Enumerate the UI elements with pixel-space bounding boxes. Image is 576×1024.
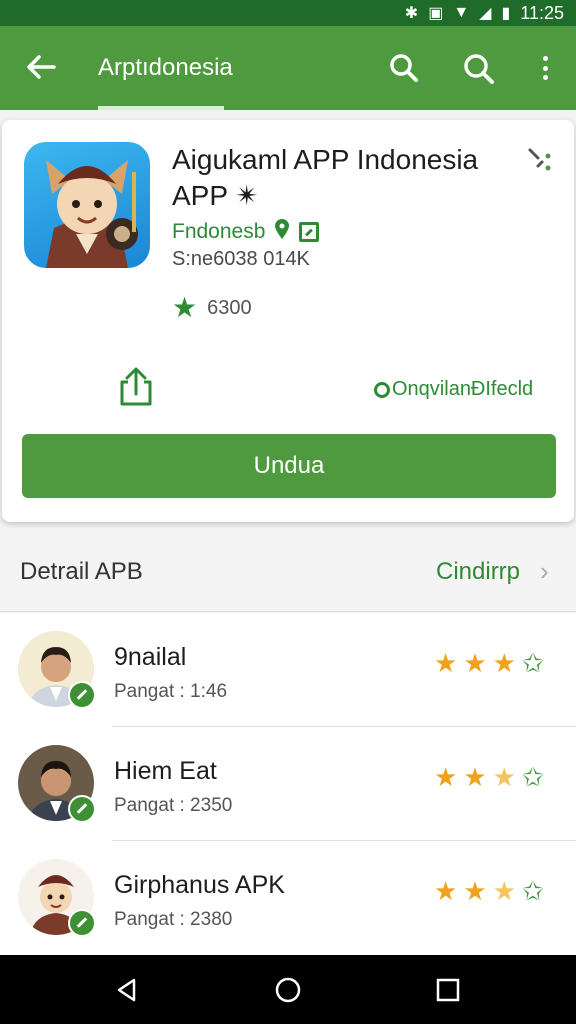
star-rating: ★ ★ ★ ✩ — [434, 649, 544, 677]
star-rating: ★ ★ ★ ✩ — [434, 763, 544, 791]
search-icon[interactable] — [388, 52, 420, 89]
app-icon — [24, 142, 150, 268]
section-title: Detrail APB — [20, 558, 143, 585]
star-icon: ★ — [463, 762, 487, 792]
app-card: Aigukaml APP Indonesia APP ✴ Fndonesb S:… — [2, 120, 574, 522]
system-nav-bar — [0, 955, 576, 1024]
search-icon[interactable] — [462, 52, 496, 91]
verified-icon — [68, 909, 96, 937]
review-meta: Pangat : 1:46 — [114, 681, 228, 702]
star-icon: ★ — [463, 648, 487, 678]
list-item[interactable]: Hiem Eat Pangat : 2350 ★ ★ ★ ✩ — [0, 727, 576, 841]
app-rating: ★ 6300 — [172, 294, 252, 322]
star-outline-icon: ✩ — [521, 762, 544, 792]
list-item[interactable]: Girphanus APK Pangat : 2380 ★ ★ ★ ✩ — [0, 841, 576, 955]
signal-icon: ◢ — [479, 5, 492, 22]
vibrate-icon: ▣ — [428, 5, 444, 22]
rating-value: 6300 — [207, 296, 252, 319]
nav-back-icon[interactable] — [114, 977, 140, 1003]
location-pin-icon — [273, 218, 291, 246]
wifi-icon: ▼ — [453, 4, 470, 21]
app-name: Aigukaml APP Indonesia APP ✴ — [172, 144, 479, 211]
star-icon: ★ — [172, 292, 198, 323]
nav-home-icon[interactable] — [275, 977, 301, 1003]
status-bar: ✱ ▣ ▼ ◢ ▮ 11:25 — [0, 0, 576, 26]
section-more-link[interactable]: Cindirrp — [436, 558, 520, 586]
app-bar: Arptıdonesia — [0, 26, 576, 110]
star-half-icon: ★ — [492, 762, 516, 792]
overflow-menu-icon[interactable] — [534, 52, 556, 84]
battery-icon: ▮ — [501, 5, 511, 22]
review-name: Hiem Eat — [114, 757, 217, 785]
verified-icon — [68, 681, 96, 709]
star-outline-icon: ✩ — [521, 648, 544, 678]
developer-link[interactable]: Fndonesb — [172, 218, 320, 246]
star-icon: ★ — [434, 648, 458, 678]
developer-name: Fndonesb — [172, 220, 266, 243]
status-time: 11:25 — [520, 2, 564, 23]
open-link[interactable]: OnqvilanÐIfecld — [374, 378, 533, 401]
section-header: Detrail APB Cindirrp › — [0, 528, 576, 612]
review-meta: Pangat : 2380 — [114, 909, 233, 930]
verified-icon — [68, 795, 96, 823]
review-meta: Pangat : 2350 — [114, 795, 233, 816]
link-label: OnqvilanÐIfecld — [392, 378, 534, 400]
star-rating: ★ ★ ★ ✩ — [434, 877, 544, 905]
star-icon: ★ — [434, 876, 458, 906]
review-name: Girphanus APK — [114, 871, 285, 899]
verified-badge-icon — [299, 222, 320, 242]
expand-icon[interactable] — [526, 146, 554, 174]
star-icon: ★ — [434, 762, 458, 792]
chevron-right-icon[interactable]: › — [540, 556, 549, 587]
back-arrow-icon[interactable] — [24, 50, 58, 84]
download-button[interactable]: Undua — [22, 434, 556, 498]
star-half-icon: ★ — [492, 876, 516, 906]
app-size: S:ne6038 014K — [172, 248, 310, 270]
review-name: 9nailal — [114, 643, 187, 671]
list-item[interactable]: 9nailal Pangat : 1:46 ★ ★ ★ ✩ — [0, 613, 576, 727]
star-icon: ★ — [492, 648, 516, 678]
star-icon: ★ — [463, 876, 487, 906]
bluetooth-icon: ✱ — [404, 5, 419, 22]
circle-icon — [374, 381, 390, 398]
star-outline-icon: ✩ — [521, 876, 544, 906]
nav-recents-icon[interactable] — [435, 977, 461, 1003]
share-icon[interactable] — [114, 364, 158, 408]
title-underline — [98, 106, 224, 110]
page-title: Arptıdonesia — [98, 54, 233, 81]
review-list: 9nailal Pangat : 1:46 ★ ★ ★ ✩ Hiem Eat P… — [0, 613, 576, 955]
